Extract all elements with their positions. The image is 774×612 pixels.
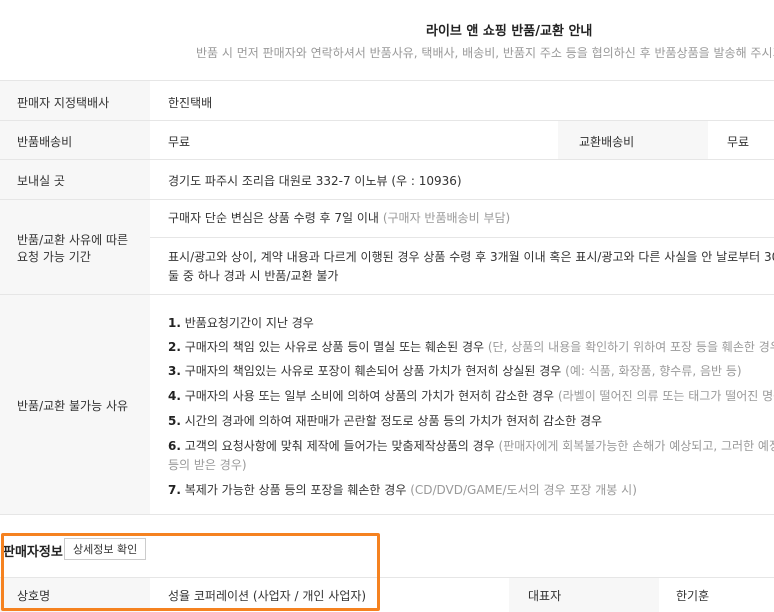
exchange-fee-value: 무료	[727, 135, 750, 149]
address-label: 보내실 곳	[17, 174, 65, 188]
reason-item: 4. 구매자의 사용 또는 일부 소비에 의하여 상품의 가치가 현저히 감소한…	[168, 387, 774, 404]
reason-note: (단, 상품의 내용을 확인하기 위하여 포장 등을 훼손한 경우는 제외)	[487, 340, 774, 354]
exchange-fee-label-cell: 교환배송비	[558, 121, 708, 159]
reason-note: (판매자에게 회복불가능한 손해가 예상되고, 그러한 예정으로 청약철회 제한…	[498, 439, 774, 453]
seller-company-row: 상호명 성율 코퍼레이션 (사업자 / 개인 사업자) 대표자 한기훈	[0, 577, 774, 612]
reason-text: 구매자의 책임있는 사유로 포장이 훼손되어 상품 가치가 현저히 상실된 경우	[184, 364, 562, 378]
courier-row: 판매자 지정택배사 한진택배	[0, 81, 774, 121]
reason-text: 구매자의 사용 또는 일부 소비에 의하여 상품의 가치가 현저히 감소한 경우	[184, 389, 555, 403]
reason-number: 5.	[168, 414, 181, 428]
return-fee-label: 반품배송비	[17, 135, 73, 149]
period-label-line2: 요청 가능 기간	[17, 250, 91, 264]
reason-text: 반품요청기간이 지난 경우	[184, 316, 314, 330]
ceo-value: 한기훈	[676, 589, 710, 603]
reason-item: 5. 시간의 경과에 의하여 재판매가 곤란할 정도로 상품 등의 가치가 현저…	[168, 412, 602, 429]
reason-note: (라벨이 떨어진 의류 또는 태그가 떨어진 명품관 상품인 경우)	[557, 389, 774, 403]
courier-label: 판매자 지정택배사	[17, 96, 110, 110]
non-returnable-label-cell: 반품/교환 불가능 사유	[0, 295, 150, 514]
ceo-label-cell: 대표자	[509, 578, 659, 612]
courier-value: 한진택배	[168, 96, 213, 110]
reason-text: 복제가 가능한 상품 등의 포장을 훼손한 경우	[184, 483, 407, 497]
return-fee-value: 무료	[168, 135, 191, 149]
reason-text: 시간의 경과에 의하여 재판매가 곤란할 정도로 상품 등의 가치가 현저히 감…	[184, 414, 603, 428]
period-misrepresentation-line2: 둘 중 하나 경과 시 반품/교환 불가	[168, 269, 339, 283]
company-value: 성율 코퍼레이션 (사업자 / 개인 사업자)	[168, 589, 367, 603]
reason-item: 7. 복제가 가능한 상품 등의 포장을 훼손한 경우 (CD/DVD/GAME…	[168, 481, 637, 498]
return-exchange-page: 라이브 앤 쇼핑 반품/교환 안내 반품 시 먼저 판매자와 연락하셔서 반품사…	[0, 0, 774, 612]
period-divider	[150, 237, 774, 238]
reason-note: (CD/DVD/GAME/도서의 경우 포장 개봉 시)	[410, 483, 637, 497]
reason-number: 7.	[168, 483, 181, 497]
reason-text: 구매자의 책임 있는 사유로 상품 등이 멸실 또는 훼손된 경우	[184, 340, 485, 354]
reason-number: 6.	[168, 439, 181, 453]
return-fee-label-cell: 반품배송비	[0, 121, 150, 159]
non-returnable-label: 반품/교환 불가능 사유	[17, 399, 129, 413]
company-label-cell: 상호명	[0, 578, 150, 612]
reason-item: 3. 구매자의 책임있는 사유로 포장이 훼손되어 상품 가치가 현저히 상실된…	[168, 362, 742, 379]
ceo-label: 대표자	[528, 589, 562, 603]
seller-info-title: 판매자정보	[3, 545, 63, 560]
reason-number: 3.	[168, 364, 181, 378]
exchange-fee-label: 교환배송비	[579, 135, 635, 149]
seller-info-header: 판매자정보 상세정보 확인	[0, 533, 380, 573]
non-returnable-row: 반품/교환 불가능 사유 1. 반품요청기간이 지난 경우 2. 구매자의 책임…	[0, 295, 774, 515]
period-simple-change-text: 구매자 단순 변심은 상품 수령 후 7일 이내	[168, 211, 379, 225]
reason-number: 4.	[168, 389, 181, 403]
reason-number: 1.	[168, 316, 181, 330]
return-address-row: 보내실 곳 경기도 파주시 조리읍 대원로 332-7 이노뷰 (우 : 109…	[0, 160, 774, 200]
period-simple-change: 구매자 단순 변심은 상품 수령 후 7일 이내 (구매자 반품배송비 부담)	[168, 209, 510, 226]
courier-label-cell: 판매자 지정택배사	[0, 81, 150, 120]
period-misrepresentation-line1: 표시/광고와 상이, 계약 내용과 다르게 이행된 경우 상품 수령 후 3개월…	[168, 250, 774, 264]
address-value: 경기도 파주시 조리읍 대원로 332-7 이노뷰 (우 : 10936)	[168, 174, 462, 188]
shipping-fee-row: 반품배송비 무료 교환배송비 무료	[0, 121, 774, 160]
period-simple-change-note: (구매자 반품배송비 부담)	[382, 211, 511, 225]
reason-note: (예: 식품, 화장품, 향수류, 음반 등)	[565, 364, 742, 378]
reason-item: 2. 구매자의 책임 있는 사유로 상품 등이 멸실 또는 훼손된 경우 (단,…	[168, 338, 774, 355]
return-info-title: 라이브 앤 쇼핑 반품/교환 안내	[426, 24, 593, 39]
request-period-row: 반품/교환 사유에 따른 요청 가능 기간 구매자 단순 변심은 상품 수령 후…	[0, 200, 774, 295]
seller-detail-button[interactable]: 상세정보 확인	[64, 538, 147, 560]
company-label: 상호명	[17, 589, 51, 603]
period-label-line1: 반품/교환 사유에 따른	[17, 233, 129, 247]
reason-item-continued: 등의 받은 경우)	[168, 456, 247, 473]
period-label-cell: 반품/교환 사유에 따른 요청 가능 기간	[0, 200, 150, 294]
address-label-cell: 보내실 곳	[0, 160, 150, 199]
reason-text: 고객의 요청사항에 맞춰 제작에 들어가는 맞춤제작상품의 경우	[184, 439, 495, 453]
reason-item: 1. 반품요청기간이 지난 경우	[168, 314, 314, 331]
reason-item: 6. 고객의 요청사항에 맞춰 제작에 들어가는 맞춤제작상품의 경우 (판매자…	[168, 437, 774, 454]
reason-note: 등의 받은 경우)	[168, 458, 247, 472]
return-info-subtitle: 반품 시 먼저 판매자와 연락하셔서 반품사유, 택배사, 배송비, 반품지 주…	[196, 46, 774, 60]
return-info-header: 라이브 앤 쇼핑 반품/교환 안내 반품 시 먼저 판매자와 연락하셔서 반품사…	[0, 0, 774, 81]
reason-number: 2.	[168, 340, 181, 354]
